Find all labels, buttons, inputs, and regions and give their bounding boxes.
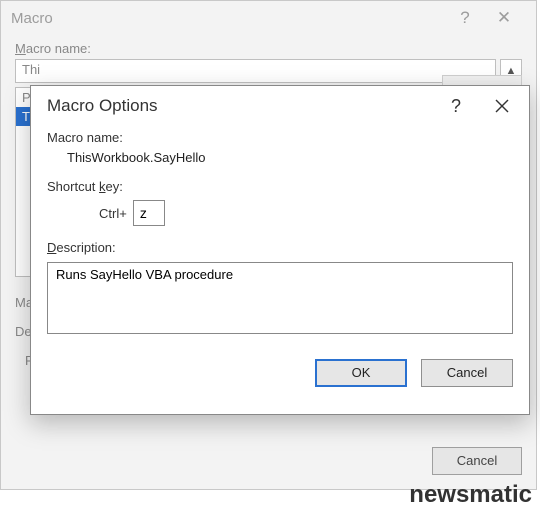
cancel-button[interactable]: Cancel [421,359,513,387]
ok-button[interactable]: OK [315,359,407,387]
macro-name-value: ThisWorkbook.SayHello [47,148,513,165]
macro-dialog-title: Macro [11,10,448,27]
macro-titlebar: Macro ? ✕ [1,1,536,35]
macro-name-label: Macro name: [47,130,513,145]
description-label: Description: [47,240,513,255]
help-button[interactable]: ? [433,86,479,126]
ctrl-prefix: Ctrl+ [99,206,127,221]
macro-options-titlebar: Macro Options ? [31,86,529,126]
macro-name-label: Macro name: [15,41,522,56]
description-textarea[interactable] [47,262,513,334]
macro-options-dialog: Macro Options ? Macro name: ThisWorkbook… [30,85,530,415]
macro-options-title: Macro Options [47,96,433,116]
macro-name-input[interactable]: Thi [15,59,496,83]
help-button[interactable]: ? [448,8,482,28]
close-button[interactable]: ✕ [482,8,526,28]
shortcut-key-input[interactable] [133,200,165,226]
close-icon [495,99,509,113]
shortcut-key-label: Shortcut key: [47,179,513,194]
close-button[interactable] [479,86,525,126]
watermark: newsmatic [409,481,532,509]
cancel-button-parent[interactable]: Cancel [432,447,522,475]
